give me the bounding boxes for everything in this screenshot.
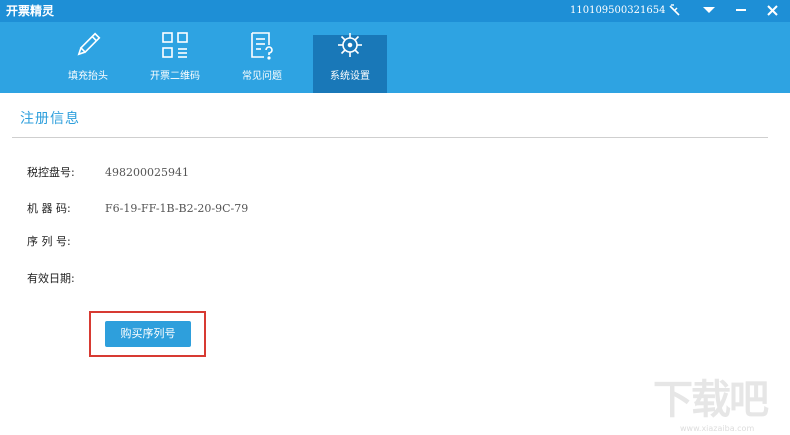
toolbar-label: 系统设置 xyxy=(330,71,370,82)
valid-date-label: 有效日期: xyxy=(27,272,75,285)
title-bar: 开票精灵 110109500321654 xyxy=(0,0,790,22)
settings-gear-icon xyxy=(335,30,365,60)
minimize-icon[interactable] xyxy=(730,0,752,20)
faq-document-icon xyxy=(247,30,277,60)
toolbar-item-fill-header[interactable]: 填充抬头 xyxy=(55,22,121,93)
toolbar-item-system-settings[interactable]: 系统设置 xyxy=(313,33,387,93)
disk-serial-number: 110109500321654 xyxy=(570,5,666,16)
signal-icon[interactable] xyxy=(664,0,686,20)
main-toolbar: 填充抬头 开票二维码 常见问题 系统设置 xyxy=(0,22,790,93)
watermark-logo: 下载吧 xyxy=(653,377,769,423)
qr-code-icon xyxy=(160,30,190,60)
machine-code-label: 机 器 码: xyxy=(27,202,71,215)
tax-disk-label: 税控盘号: xyxy=(27,166,75,179)
toolbar-item-faq[interactable]: 常见问题 xyxy=(228,22,296,93)
dropdown-icon[interactable] xyxy=(698,0,720,20)
section-divider xyxy=(12,137,768,138)
serial-number-label: 序 列 号: xyxy=(27,235,71,248)
toolbar-item-invoice-qr[interactable]: 开票二维码 xyxy=(140,22,210,93)
pencil-icon xyxy=(73,30,103,60)
close-icon[interactable] xyxy=(761,0,783,20)
toolbar-label: 开票二维码 xyxy=(150,71,200,82)
buy-serial-button[interactable]: 购买序列号 xyxy=(105,321,191,347)
toolbar-label: 常见问题 xyxy=(242,71,282,82)
app-title: 开票精灵 xyxy=(6,4,55,18)
watermark-url: www.xiazaiba.com xyxy=(680,424,755,433)
tax-disk-value: 498200025941 xyxy=(105,166,189,179)
section-title: 注册信息 xyxy=(20,111,80,127)
machine-code-value: F6-19-FF-1B-B2-20-9C-79 xyxy=(105,202,249,215)
toolbar-label: 填充抬头 xyxy=(68,71,108,82)
